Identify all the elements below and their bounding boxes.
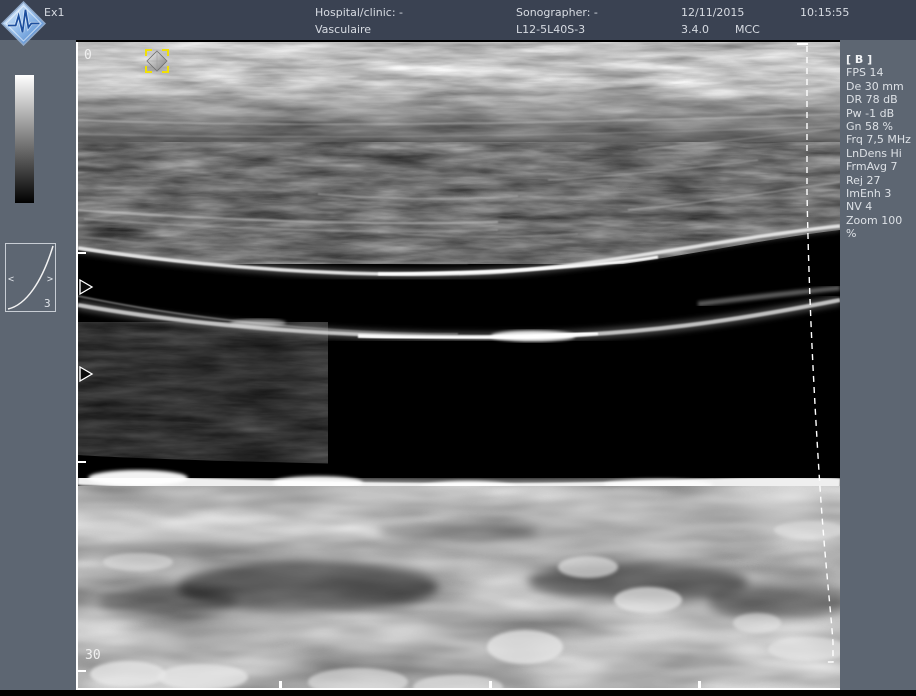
us-deep-tissue [78, 472, 840, 688]
grayscale-bar [15, 75, 34, 203]
time-label: 10:15:55 [800, 6, 849, 19]
param-rej: Rej 27 [846, 174, 916, 187]
preset-label: Vasculaire [315, 23, 371, 36]
gamma-right-arrow[interactable]: > [47, 274, 53, 285]
probe-label: L12-5L40S-3 [516, 23, 585, 36]
acquisition-params: [ B ] FPS 14 De 30 mm DR 78 dB Pw -1 dB … [846, 53, 916, 241]
hospital-label: Hospital/clinic: - [315, 6, 403, 19]
exam-label: Ex1 [44, 6, 64, 19]
us-intima-dim-blob [230, 319, 286, 327]
param-freq: Frq 7,5 MHz [846, 133, 916, 146]
version-label: 3.4.0 [681, 23, 709, 36]
param-fps: FPS 14 [846, 66, 916, 79]
param-pw: Pw -1 dB [846, 107, 916, 120]
depth-start-label: 0 [84, 48, 92, 63]
param-depth: De 30 mm [846, 80, 916, 93]
left-tool-panel [0, 40, 76, 690]
depth-end-label: 30 [85, 648, 101, 663]
param-nv: NV 4 [846, 200, 916, 213]
ultrasound-canvas[interactable]: 0 30 [78, 42, 840, 688]
param-gain: Gn 58 % [846, 120, 916, 133]
gamma-curve-box: < > 3 [5, 243, 56, 312]
param-lndens: LnDens Hi [846, 147, 916, 160]
footer-strip [0, 690, 916, 696]
param-dr: DR 78 dB [846, 93, 916, 106]
mode-label: [ B ] [846, 53, 916, 66]
pulse-diamond-logo [1, 1, 46, 46]
reg-label: MCC [735, 23, 760, 36]
header-bar: Ex1 Hospital/clinic: - Vasculaire Sonogr… [0, 0, 916, 40]
ultrasound-app-window: { "header": { "logo": "pulse-diamond-log… [0, 0, 916, 696]
date-label: 12/11/2015 [681, 6, 744, 19]
param-frmavg: FrmAvg 7 [846, 160, 916, 173]
us-lumen-speckle [78, 322, 328, 472]
us-intima-bright-blob [491, 331, 575, 342]
gamma-left-arrow[interactable]: < [8, 274, 14, 285]
param-imenh: ImEnh 3 [846, 187, 916, 200]
us-nearfield-tissue [78, 42, 840, 155]
sonographer-label: Sonographer: - [516, 6, 598, 19]
param-zoom: Zoom 100 % [846, 214, 916, 241]
gamma-curve-value: 3 [44, 297, 51, 310]
